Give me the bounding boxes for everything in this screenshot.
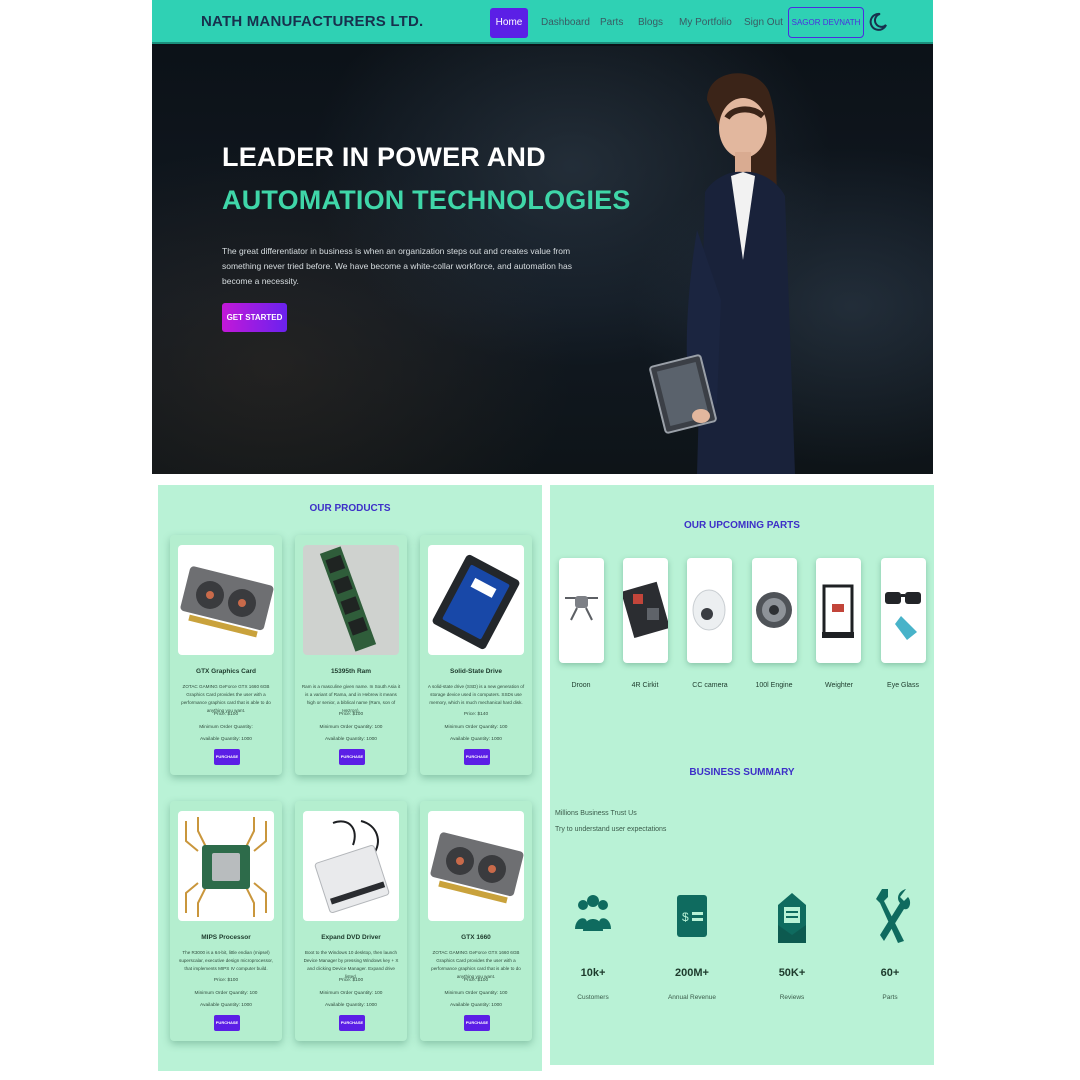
product-name: Solid-State Drive — [449, 668, 502, 675]
purchase-button[interactable]: PURCHASE — [339, 1015, 365, 1031]
nav-dashboard-link[interactable]: Dashboard — [541, 17, 590, 28]
hero-title-line1: LEADER IN POWER AND — [222, 142, 546, 172]
stat-value: 200M+ — [675, 967, 709, 979]
purchase-button[interactable]: PURCHASE — [464, 1015, 490, 1031]
product-card-dvd-driver: Expand DVD Driver Boot to the Windows 10… — [295, 801, 407, 1041]
product-name: 15395th Ram — [330, 668, 372, 675]
ram-module-image — [303, 545, 399, 655]
user-profile-button[interactable]: SAGOR DEVNATH — [788, 7, 864, 38]
stat-label: Reviews — [779, 994, 805, 1001]
product-description: A solid-state drive (SSD) is a new gener… — [427, 684, 525, 705]
review-icon — [778, 893, 806, 943]
tools-icon — [876, 889, 911, 943]
brand-logo-text[interactable]: NATH MANUFACTURERS LTD. — [201, 13, 423, 30]
part-label: Droon — [571, 682, 591, 689]
stat-value: 50K+ — [778, 967, 806, 979]
products-title: OUR PRODUCTS — [309, 503, 391, 514]
money-icon: $ — [677, 895, 707, 937]
nav-portfolio-link[interactable]: My Portfolio — [679, 17, 732, 28]
product-card-gtx-1660: GTX 1660 ZOTAC GAMING GeForce GTX 1660 6… — [420, 801, 532, 1041]
purchase-button[interactable]: PURCHASE — [339, 749, 365, 765]
purchase-button[interactable]: PURCHASE — [464, 749, 490, 765]
cctv-camera-image[interactable] — [687, 558, 732, 663]
product-available: Available Quantity: 1000 — [200, 737, 252, 742]
product-name: MIPS Processor — [201, 934, 251, 941]
stat-label: Annual Revenue — [667, 994, 717, 1001]
product-available: Available Quantity: 1000 — [450, 737, 502, 742]
circuit-board-image[interactable] — [623, 558, 668, 663]
product-description: ZOTAC GAMING GeForce GTX 1660 6GB Graphi… — [431, 950, 521, 979]
engine-image[interactable] — [752, 558, 797, 663]
part-label: 100l Engine — [755, 682, 793, 689]
product-price: Price: $100 — [213, 712, 239, 717]
dvd-drive-image — [303, 811, 399, 921]
summary-subtagline: Try to understand user expectations — [555, 826, 667, 833]
hero-description: The great differentiator in business is … — [222, 246, 572, 286]
product-price: Price: $100 — [338, 978, 364, 983]
product-card-ram: 15395th Ram Ram is a masculine given nam… — [295, 535, 407, 775]
product-price: Price: $100 — [338, 712, 364, 717]
hero-section: NATH MANUFACTURERS LTD. Home Dashboard P… — [152, 0, 933, 474]
nav-home-link[interactable]: Home — [490, 8, 528, 38]
svg-text:$: $ — [682, 910, 689, 924]
product-min-order: Minimum Order Quantity: 100 — [319, 991, 383, 996]
purchase-button[interactable]: PURCHASE — [214, 1015, 240, 1031]
product-description: ZOTAC GAMING GeForce GTX 1660 6GB Graphi… — [181, 684, 271, 713]
3d-printer-image[interactable] — [816, 558, 861, 663]
purchase-button[interactable]: PURCHASE — [214, 749, 240, 765]
ssd-image — [428, 545, 524, 655]
stat-label: Parts — [882, 994, 898, 1001]
processor-chip-image — [178, 811, 274, 921]
graphics-card-image — [428, 811, 524, 921]
stat-label: Customers — [577, 994, 609, 1001]
product-price: Price: $100 — [213, 978, 239, 983]
nav-parts-link[interactable]: Parts — [600, 17, 623, 28]
drone-image[interactable] — [559, 558, 604, 663]
product-min-order: Minimum Order Quantity: 100 — [444, 991, 508, 996]
product-min-order: Minimum Order Quantity: 100 — [194, 991, 258, 996]
product-description: The R3000 is a 64-bit, little endian (mi… — [179, 950, 273, 971]
product-name: Expand DVD Driver — [321, 934, 381, 941]
product-description: Boot to the Windows 10 desktop, then lau… — [303, 950, 399, 979]
stat-value: 60+ — [880, 967, 900, 979]
product-description: Ram is a masculine given name. In South … — [301, 684, 401, 713]
product-card-mips-processor: MIPS Processor The R3000 is a 64-bit, li… — [170, 801, 282, 1041]
product-name: GTX 1660 — [461, 934, 491, 941]
product-card-ssd: Solid-State Drive A solid-state drive (S… — [420, 535, 532, 775]
product-min-order: Minimum Order Quantity: 100 — [444, 725, 508, 730]
product-price: Price: $100 — [463, 978, 489, 983]
upcoming-parts-title: OUR UPCOMING PARTS — [684, 520, 800, 531]
part-label: CC camera — [692, 682, 728, 689]
3d-glasses-image[interactable] — [881, 558, 926, 663]
product-card-gtx-graphics: GTX Graphics Card ZOTAC GAMING GeForce G… — [170, 535, 282, 775]
part-label: 4R Cirkit — [631, 682, 659, 689]
product-name: GTX Graphics Card — [196, 668, 256, 675]
nav-signout-link[interactable]: Sign Out — [744, 17, 783, 28]
users-icon — [575, 895, 611, 931]
get-started-button[interactable]: GET STARTED — [222, 303, 287, 332]
summary-tagline: Millions Business Trust Us — [555, 810, 637, 817]
part-label: Weighter — [825, 682, 853, 689]
product-available: Available Quantity: 1000 — [325, 737, 377, 742]
products-section: OUR PRODUCTS GTX Graphics Card ZOTAC GAM… — [158, 485, 542, 1071]
product-min-order: Minimum Order Quantity: — [199, 725, 253, 730]
nav-blogs-link[interactable]: Blogs — [638, 17, 663, 28]
product-available: Available Quantity: 1000 — [200, 1003, 252, 1008]
product-available: Available Quantity: 1000 — [450, 1003, 502, 1008]
businesswoman-image — [649, 73, 795, 474]
graphics-card-image — [178, 545, 274, 655]
product-available: Available Quantity: 1000 — [325, 1003, 377, 1008]
product-min-order: Minimum Order Quantity: 100 — [319, 725, 383, 730]
product-price: Price: $140 — [463, 712, 489, 717]
moon-icon[interactable] — [868, 12, 888, 32]
navbar: NATH MANUFACTURERS LTD. Home Dashboard P… — [152, 0, 933, 44]
business-summary-title: BUSINESS SUMMARY — [689, 767, 795, 778]
upcoming-parts-section: OUR UPCOMING PARTS Droon 4R Cirkit CC ca… — [550, 485, 934, 1065]
stat-value: 10k+ — [580, 967, 606, 979]
hero-title-line2: AUTOMATION TECHNOLOGIES — [222, 185, 631, 215]
part-label: Eye Glass — [887, 682, 919, 689]
